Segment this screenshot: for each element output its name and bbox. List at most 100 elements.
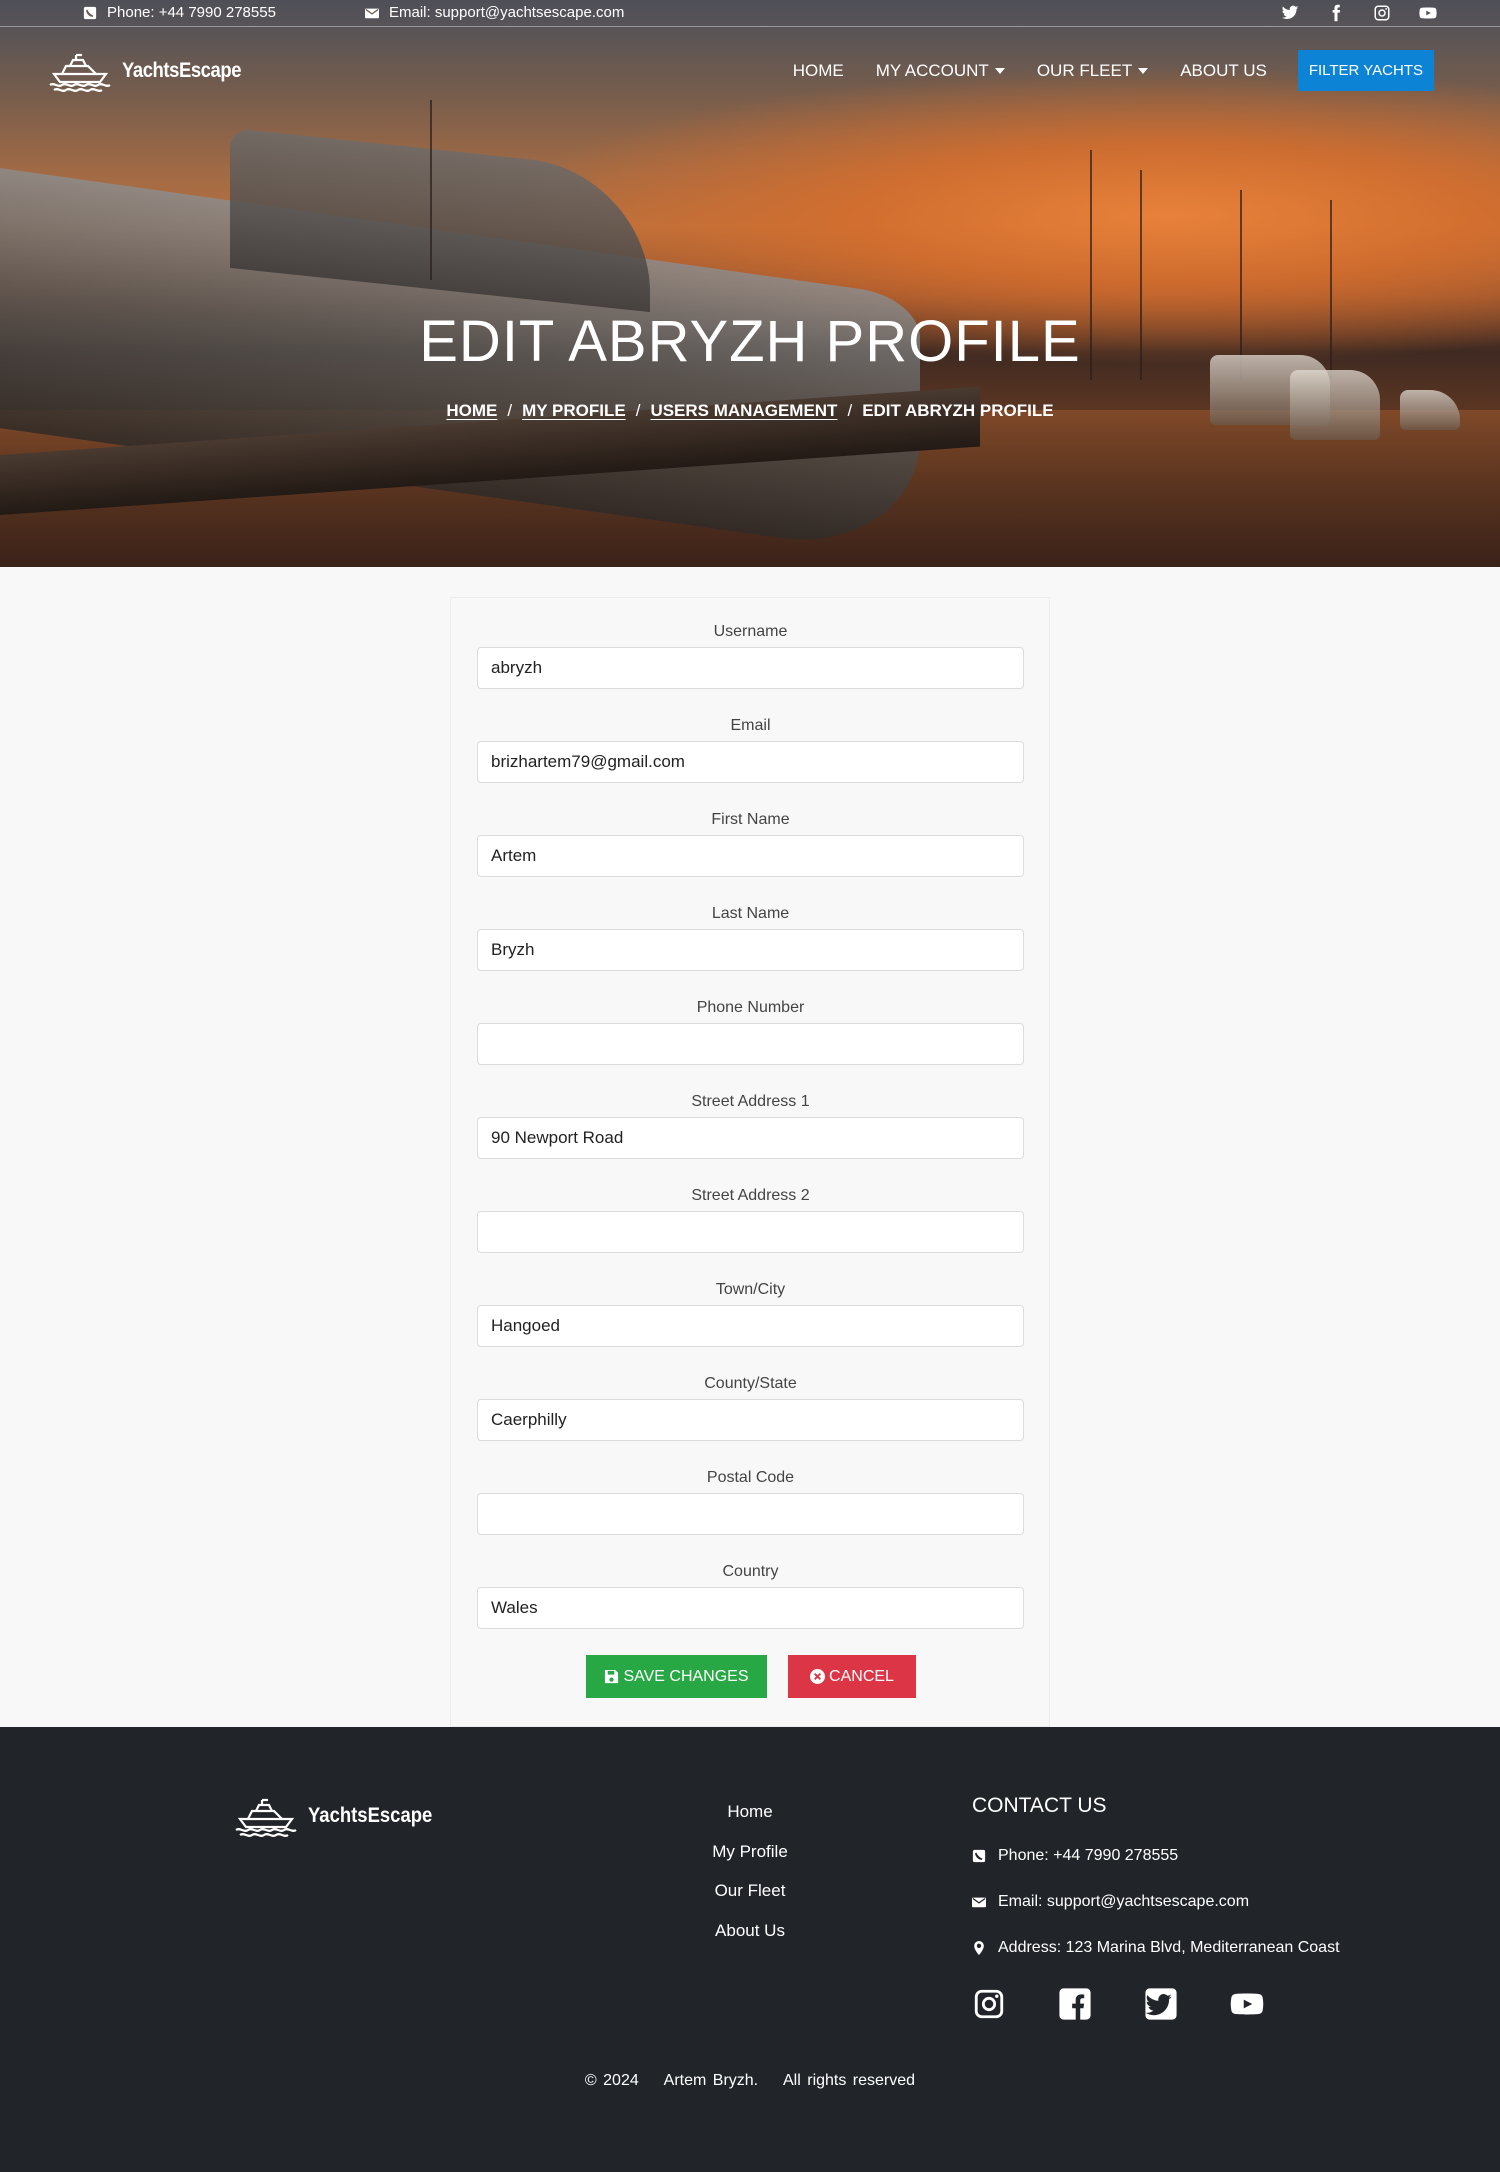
logo-text: YachtsEscape [122,59,242,82]
last-name-field-group: Last Name Bryzh [477,905,1024,971]
footer-link-home[interactable]: Home [650,1802,850,1842]
copyright-text: © 2024 Artem Bryzh. All rights reserved [584,2072,916,2089]
facebook-icon[interactable] [1326,3,1346,23]
street-address-1-label: Street Address 1 [691,1093,810,1110]
postal-code-label: Postal Code [706,1469,795,1486]
footer-phone-text: Phone: +44 7990 278555 [998,1847,1179,1864]
nav-our-fleet-label: OUR FLEET [1036,60,1133,80]
breadcrumb-home[interactable]: HOME [446,401,497,421]
phone-icon [972,1849,986,1863]
hero-mast [430,100,432,280]
county-state-field-group: County/State Caerphilly [477,1375,1024,1441]
breadcrumb-users-management[interactable]: USERS MANAGEMENT [650,401,837,421]
cancel-label: CANCEL [829,1667,894,1685]
envelope-icon [972,1897,986,1908]
street-address-2-field-group: Street Address 2 [477,1187,1024,1253]
topbar-phone-text: Phone: +44 7990 278555 [107,4,276,21]
breadcrumb-separator: / [507,401,513,420]
caret-down-icon [1138,67,1149,74]
phone-number-input[interactable] [477,1023,1024,1065]
nav-home-label: HOME [792,60,844,80]
nav-my-account-label: MY ACCOUNT [875,60,989,80]
footer-email-text: Email: support@yachtsescape.com [998,1893,1250,1910]
form-actions: SAVE CHANGES CANCEL [451,1655,1051,1698]
map-marker-icon [974,1941,984,1955]
floppy-disk-icon [605,1669,619,1684]
facebook-square-icon[interactable] [1058,1987,1092,2021]
youtube-icon[interactable] [1230,1987,1264,2021]
contact-us-heading: CONTACT US [972,1794,1107,1817]
first-name-input[interactable]: Artem [477,835,1024,877]
site-footer: YachtsEscape Home My Profile Our Fleet A… [0,1727,1500,2172]
street-address-2-label: Street Address 2 [691,1187,810,1204]
edit-profile-form: Username abryzh Email brizhartem79@gmail… [450,597,1050,1727]
last-name-label: Last Name [711,905,790,922]
save-changes-label: SAVE CHANGES [623,1667,749,1685]
yacht-logo-icon [235,1798,297,1837]
close-circle-icon [810,1669,826,1684]
street-address-2-input[interactable] [477,1211,1024,1253]
breadcrumb: HOME / MY PROFILE / USERS MANAGEMENT / E… [0,401,1500,421]
instagram-icon[interactable] [972,1987,1006,2021]
footer-address: Address: 123 Marina Blvd, Mediterranean … [972,1925,1340,1971]
footer-logo-text: YachtsEscape [308,1804,433,1827]
phone-number-field-group: Phone Number [477,999,1024,1065]
street-address-1-input[interactable]: 90 Newport Road [477,1117,1024,1159]
youtube-icon[interactable] [1418,3,1438,23]
instagram-icon[interactable] [1372,3,1392,23]
username-input[interactable]: abryzh [477,647,1024,689]
email-input[interactable]: brizhartem79@gmail.com [477,741,1024,783]
username-label: Username [713,623,788,640]
footer-phone[interactable]: Phone: +44 7990 278555 [972,1833,1340,1879]
footer-address-text: Address: 123 Marina Blvd, Mediterranean … [998,1939,1340,1956]
country-input[interactable]: Wales [477,1587,1024,1629]
top-contact-bar: Phone: +44 7990 278555 Email: support@ya… [0,0,1500,27]
phone-icon [83,6,97,19]
breadcrumb-current: EDIT ABRYZH PROFILE [862,401,1054,420]
nav-about-us[interactable]: ABOUT US [1180,61,1267,81]
county-state-label: County/State [704,1375,797,1392]
envelope-icon [365,8,379,18]
nav-menu: HOME MY ACCOUNT OUR FLEET ABOUT US FILTE… [761,50,1434,91]
topbar-email[interactable]: Email: support@yachtsescape.com [365,4,624,21]
footer-socials [972,1987,1340,2021]
filter-yachts-button[interactable]: FILTER YACHTS [1297,50,1434,91]
email-label: Email [730,717,771,734]
hero-banner: Phone: +44 7990 278555 Email: support@ya… [0,0,1500,567]
breadcrumb-my-profile[interactable]: MY PROFILE [522,401,626,421]
topbar-phone[interactable]: Phone: +44 7990 278555 [83,4,276,21]
county-state-input[interactable]: Caerphilly [477,1399,1024,1441]
footer-email[interactable]: Email: support@yachtsescape.com [972,1879,1340,1925]
phone-number-label: Phone Number [696,999,805,1016]
main-navbar: YachtsEscape HOME MY ACCOUNT OUR FLEET A… [0,44,1500,100]
topbar-socials [1280,3,1438,23]
site-logo[interactable]: YachtsEscape [48,50,257,92]
twitter-icon[interactable] [1280,3,1300,23]
caret-down-icon [994,67,1005,74]
username-field-group: Username abryzh [477,623,1024,689]
cancel-button[interactable]: CANCEL [788,1655,916,1698]
email-field-group: Email brizhartem79@gmail.com [477,717,1024,783]
twitter-square-icon[interactable] [1144,1987,1178,2021]
street-address-1-field-group: Street Address 1 90 Newport Road [477,1093,1024,1159]
nav-about-us-label: ABOUT US [1180,60,1267,80]
last-name-input[interactable]: Bryzh [477,929,1024,971]
country-label: Country [722,1563,779,1580]
footer-link-about-us[interactable]: About Us [650,1921,850,1961]
nav-my-account[interactable]: MY ACCOUNT [876,61,1005,81]
save-changes-button[interactable]: SAVE CHANGES [586,1655,767,1698]
town-city-field-group: Town/City Hangoed [477,1281,1024,1347]
nav-our-fleet[interactable]: OUR FLEET [1036,60,1149,81]
breadcrumb-separator: / [635,401,641,420]
town-city-input[interactable]: Hangoed [477,1305,1024,1347]
nav-home[interactable]: HOME [793,61,844,81]
postal-code-input[interactable] [477,1493,1024,1535]
page-title: EDIT ABRYZH PROFILE [419,309,1081,374]
first-name-field-group: First Name Artem [477,811,1024,877]
postal-code-field-group: Postal Code [477,1469,1024,1535]
town-city-label: Town/City [715,1281,786,1298]
breadcrumb-separator: / [847,401,853,420]
footer-link-my-profile[interactable]: My Profile [650,1842,850,1882]
footer-logo[interactable]: YachtsEscape [234,1795,449,1837]
footer-link-our-fleet[interactable]: Our Fleet [650,1881,850,1921]
